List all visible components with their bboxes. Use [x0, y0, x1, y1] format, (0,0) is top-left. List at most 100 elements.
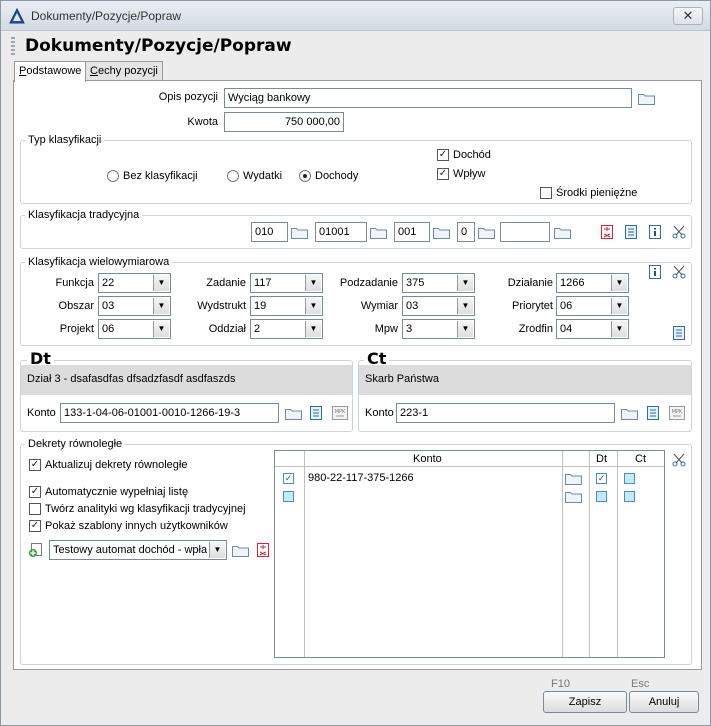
trad-paragraf-input[interactable]: 001: [394, 222, 430, 242]
mpk-text: MPK: [672, 409, 683, 415]
checkbox-automatycznie[interactable]: ✓: [29, 486, 41, 498]
dt-konto-label: Konto: [27, 407, 56, 419]
ct-description: Skarb Państwa: [359, 365, 691, 395]
folder-icon[interactable]: [478, 227, 495, 239]
list-icon[interactable]: [671, 325, 687, 341]
obszar-label: Obszar: [58, 300, 94, 312]
row-ct-checkbox[interactable]: [624, 491, 635, 502]
projekt-label: Projekt: [59, 323, 94, 335]
mpk-icon[interactable]: MPK: [332, 405, 348, 421]
funkcja-select[interactable]: 22 ▼: [98, 273, 171, 293]
folder-icon[interactable]: [433, 227, 450, 239]
trad-rozdzial-input[interactable]: 01001: [315, 222, 367, 242]
folder-icon[interactable]: [291, 227, 308, 239]
folder-icon[interactable]: [370, 227, 387, 239]
folder-icon[interactable]: [621, 408, 638, 420]
title-bar[interactable]: Dokumenty/Pozycje/Popraw ✕: [1, 1, 710, 31]
radio-dochody[interactable]: [299, 170, 311, 182]
folder-icon[interactable]: [565, 491, 582, 503]
ct-konto-input[interactable]: 223-1: [396, 403, 615, 423]
radio-dochody-label: Dochody: [315, 170, 359, 182]
tab-cechy-pozycji[interactable]: Cechy pozycji: [85, 61, 163, 81]
trad-extra-input[interactable]: [500, 222, 550, 242]
typ-klasyfikacji-title: Typ klasyfikacji: [25, 134, 105, 146]
row-dt-checkbox[interactable]: ✓: [596, 473, 607, 484]
wymiar-select[interactable]: 03 ▼: [402, 296, 475, 316]
checkbox-aktualizuj-label: Aktualizuj dekrety równoległe: [45, 459, 188, 471]
list-icon[interactable]: [308, 405, 324, 421]
zadanie-select[interactable]: 117 ▼: [250, 273, 323, 293]
grid-header-konto[interactable]: Konto: [413, 453, 442, 465]
folder-icon[interactable]: [285, 408, 302, 420]
cancel-button[interactable]: Anuluj: [629, 691, 699, 713]
chevron-down-icon: ▼: [153, 321, 169, 337]
opis-input[interactable]: Wyciąg bankowy: [224, 88, 632, 108]
podzadanie-label: Podzadanie: [339, 277, 398, 289]
checkbox-pokaz-szablony[interactable]: ✓: [29, 520, 41, 532]
checkbox-dochod-label: Dochód: [453, 149, 491, 161]
row-ct-checkbox[interactable]: [624, 473, 635, 484]
folder-icon[interactable]: [232, 545, 249, 557]
checkbox-srodki-pieniezne[interactable]: [540, 187, 552, 199]
dt-konto-input[interactable]: 133-1-04-06-01001-0010-1266-19-3: [60, 403, 279, 423]
chevron-down-icon: ▼: [611, 275, 627, 291]
dekrety-grid[interactable]: Konto Dt Ct ✓ 980-22-117-375-1266 ✓: [274, 450, 665, 658]
dzialanie-select[interactable]: 1266 ▼: [556, 273, 629, 293]
mpw-select[interactable]: 3 ▼: [402, 319, 475, 339]
checkbox-tworz-analityki[interactable]: [29, 503, 41, 515]
window-title: Dokumenty/Pozycje/Popraw: [31, 9, 182, 23]
dzialanie-label: Działanie: [507, 277, 553, 289]
row-select-checkbox[interactable]: [283, 491, 294, 502]
folder-icon[interactable]: [554, 227, 571, 239]
save-button[interactable]: Zapisz: [543, 691, 627, 713]
row-dt-checkbox[interactable]: [596, 491, 607, 502]
checkbox-srodki-pieniezne-label: Środki pieniężne: [556, 187, 638, 199]
chevron-down-icon: ▼: [153, 275, 169, 291]
zrodfin-select[interactable]: 04 ▼: [556, 319, 629, 339]
automat-select[interactable]: Testowy automat dochód - wpła ▼: [49, 540, 227, 560]
grid-header-ct[interactable]: Ct: [635, 453, 646, 465]
klasyfikacja-wielowymiarowa-title: Klasyfikacja wielowymiarowa: [25, 256, 173, 268]
calculator-icon[interactable]: [255, 542, 271, 558]
oddzial-select[interactable]: 2 ▼: [250, 319, 323, 339]
mpk-icon[interactable]: MPK: [669, 405, 685, 421]
row-select-checkbox[interactable]: ✓: [283, 473, 294, 484]
list-icon[interactable]: [623, 224, 639, 240]
trad-pozycja-input[interactable]: 0: [457, 222, 475, 242]
radio-bez-klasyfikacji[interactable]: [107, 170, 119, 182]
tab-podstawowe[interactable]: Podstawowe: [14, 61, 87, 82]
scissors-icon[interactable]: [671, 452, 687, 468]
trad-dzial-input[interactable]: 010: [251, 222, 288, 242]
projekt-select[interactable]: 06 ▼: [98, 319, 171, 339]
priorytet-select[interactable]: 06 ▼: [556, 296, 629, 316]
checkbox-pokaz-szablony-label: Pokaż szablony innych użytkowników: [45, 520, 228, 532]
grid-header-dt[interactable]: Dt: [596, 453, 607, 465]
row-konto: 980-22-117-375-1266: [308, 472, 414, 484]
calculator-icon[interactable]: [599, 224, 615, 240]
podzadanie-select[interactable]: 375 ▼: [402, 273, 475, 293]
scissors-icon[interactable]: [671, 264, 687, 280]
scissors-icon[interactable]: [671, 224, 687, 240]
checkbox-wplyw[interactable]: ✓: [437, 168, 449, 180]
info-icon[interactable]: [647, 264, 663, 280]
radio-wydatki[interactable]: [227, 170, 239, 182]
kwota-input[interactable]: 750 000,00: [224, 112, 344, 132]
add-automat-icon[interactable]: [28, 542, 44, 558]
checkbox-aktualizuj[interactable]: ✓: [29, 459, 41, 471]
funkcja-label: Funkcja: [55, 277, 94, 289]
folder-icon[interactable]: [638, 93, 655, 105]
checkbox-tworz-analityki-label: Twórz analityki wg klasyfikacji tradycyj…: [45, 503, 246, 515]
radio-wydatki-label: Wydatki: [243, 170, 283, 182]
chevron-down-icon: ▼: [305, 321, 321, 337]
wydstrukt-select[interactable]: 19 ▼: [250, 296, 323, 316]
chevron-down-icon: ▼: [153, 298, 169, 314]
folder-icon[interactable]: [565, 473, 582, 485]
close-button[interactable]: ✕: [673, 7, 703, 25]
checkbox-dochod[interactable]: ✓: [437, 149, 449, 161]
grid-col-divider: [617, 451, 618, 657]
info-icon[interactable]: [647, 224, 663, 240]
obszar-select[interactable]: 03 ▼: [98, 296, 171, 316]
wymiar-label: Wymiar: [360, 300, 398, 312]
chevron-down-icon: ▼: [305, 298, 321, 314]
list-icon[interactable]: [645, 405, 661, 421]
